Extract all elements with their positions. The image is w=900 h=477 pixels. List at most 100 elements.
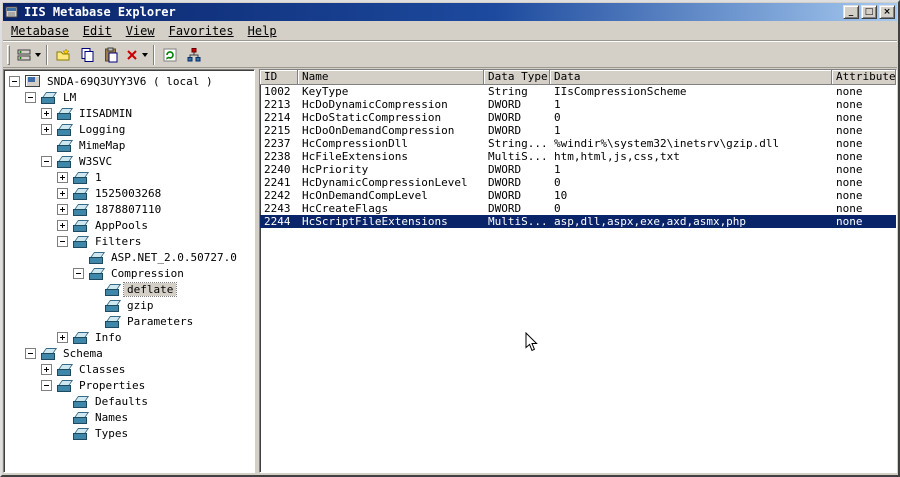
paste-button[interactable] — [99, 44, 123, 66]
refresh-icon — [163, 48, 177, 61]
column-header-data[interactable]: Data — [550, 70, 832, 85]
tree-item-1878807110[interactable]: 1878807110 — [4, 201, 254, 217]
expand-expander-icon[interactable] — [41, 123, 52, 135]
tree-item-classes[interactable]: Classes — [4, 361, 254, 377]
menu-metabase[interactable]: Metabase — [4, 22, 76, 40]
expand-expander-icon[interactable] — [57, 187, 68, 199]
tree-item-info[interactable]: Info — [4, 329, 254, 345]
minimize-button[interactable]: _ — [843, 5, 859, 19]
expand-expander-icon[interactable] — [57, 171, 68, 183]
tree-item-iisadmin[interactable]: IISADMIN — [4, 105, 254, 121]
expand-expander-icon[interactable] — [57, 331, 68, 343]
maximize-button[interactable]: □ — [861, 5, 877, 19]
table-row[interactable]: 2237 HcCompressionDll String... %windir%… — [260, 137, 896, 150]
table-row[interactable]: 1002 KeyType String IIsCompressionScheme… — [260, 85, 896, 98]
tree-item-lm[interactable]: LM — [4, 89, 254, 105]
menu-help[interactable]: Help — [241, 22, 284, 40]
tree-item-filters[interactable]: Filters — [4, 233, 254, 249]
tree-item-label: Types — [95, 426, 129, 440]
tree-item-mimemap[interactable]: MimeMap — [4, 137, 254, 153]
tree-item-label: deflate — [122, 281, 178, 297]
collapse-expander-icon[interactable] — [57, 235, 68, 247]
tree-item-label: Filters — [95, 234, 142, 248]
collapse-expander-icon[interactable] — [41, 379, 52, 391]
expand-expander-icon[interactable] — [41, 363, 52, 375]
tree-item-types[interactable]: Types — [4, 425, 254, 441]
node-icon — [72, 219, 88, 232]
window-controls: _ □ × — [843, 5, 895, 19]
tree-item-1525003268[interactable]: 1525003268 — [4, 185, 254, 201]
tree-item-w3svc[interactable]: W3SVC — [4, 153, 254, 169]
expand-expander-icon[interactable] — [57, 219, 68, 231]
column-header-id[interactable]: ID — [260, 70, 298, 85]
delete-button[interactable] — [123, 44, 150, 66]
collapse-expander-icon[interactable] — [73, 267, 84, 279]
connect-icon — [17, 49, 31, 60]
tree-item-schema[interactable]: Schema — [4, 345, 254, 361]
collapse-expander-icon[interactable] — [9, 75, 20, 87]
copy-button[interactable] — [75, 44, 99, 66]
table-row[interactable]: 2241 HcDynamicCompressionLevel DWORD 0 n… — [260, 176, 896, 189]
tree-item-aspnet[interactable]: ASP.NET_2.0.50727.0 — [4, 249, 254, 265]
table-row-selected[interactable]: 2244 HcScriptFileExtensions MultiS... as… — [260, 215, 896, 228]
tree-item-parameters[interactable]: Parameters — [4, 313, 254, 329]
table-row[interactable]: 2213 HcDoDynamicCompression DWORD 1 none — [260, 98, 896, 111]
tree-item-label: gzip — [127, 298, 154, 312]
tree-item-deflate[interactable]: deflate — [4, 281, 254, 297]
collapse-expander-icon[interactable] — [25, 91, 36, 103]
cell-name: HcDoOnDemandCompression — [302, 124, 455, 137]
tree-item-label: Properties — [79, 378, 146, 392]
cell-name: HcCompressionDll — [302, 137, 408, 150]
cell-id: 2238 — [264, 150, 291, 163]
table-row[interactable]: 2215 HcDoOnDemandCompression DWORD 1 non… — [260, 124, 896, 137]
cell-data: 1 — [554, 163, 561, 176]
tree-item-defaults[interactable]: Defaults — [4, 393, 254, 409]
new-key-button[interactable] — [51, 44, 75, 66]
column-header-name[interactable]: Name — [298, 70, 484, 85]
column-header-data-type[interactable]: Data Type — [484, 70, 550, 85]
tree-item-root[interactable]: SNDA-69Q3UYY3V6 ( local ) — [4, 73, 254, 89]
title-bar[interactable]: IIS Metabase Explorer _ □ × — [3, 3, 897, 21]
dropdown-arrow-icon — [35, 52, 41, 57]
cell-data-type: DWORD — [488, 202, 522, 215]
refresh-button[interactable] — [158, 44, 182, 66]
tree-item-properties[interactable]: Properties — [4, 377, 254, 393]
connect-button[interactable] — [14, 44, 43, 66]
table-row[interactable]: 2240 HcPriority DWORD 1 none — [260, 163, 896, 176]
tree-item-apppools[interactable]: AppPools — [4, 217, 254, 233]
cell-attributes: none — [836, 189, 863, 202]
copy-icon — [81, 47, 94, 62]
node-icon — [72, 427, 88, 440]
node-icon — [88, 267, 104, 280]
table-row[interactable]: 2238 HcFileExtensions MultiS... htm,html… — [260, 150, 896, 163]
node-icon — [56, 123, 72, 136]
menu-favorites[interactable]: Favorites — [162, 22, 241, 40]
cell-data: %windir%\system32\inetsrv\gzip.dll — [554, 137, 780, 150]
cell-id: 2214 — [264, 111, 291, 124]
toolbar-grip[interactable] — [7, 44, 10, 65]
tree-item-1[interactable]: 1 — [4, 169, 254, 185]
close-button[interactable]: × — [879, 5, 895, 19]
tree-item-names[interactable]: Names — [4, 409, 254, 425]
tree-item-label: Compression — [111, 266, 184, 280]
node-icon — [72, 235, 88, 248]
collapse-expander-icon[interactable] — [41, 155, 52, 167]
tree-item-label: W3SVC — [79, 154, 113, 168]
tree-item-compression[interactable]: Compression — [4, 265, 254, 281]
expand-expander-icon[interactable] — [57, 203, 68, 215]
collapse-expander-icon[interactable] — [25, 347, 36, 359]
table-row[interactable]: 2214 HcDoStaticCompression DWORD 0 none — [260, 111, 896, 124]
tree-item-gzip[interactable]: gzip — [4, 297, 254, 313]
table-row[interactable]: 2243 HcCreateFlags DWORD 0 none — [260, 202, 896, 215]
column-header-attributes[interactable]: Attributes — [832, 70, 896, 85]
cell-name: HcScriptFileExtensions — [302, 215, 448, 228]
menu-view[interactable]: View — [119, 22, 162, 40]
cell-attributes: none — [836, 215, 863, 228]
menu-edit[interactable]: Edit — [76, 22, 119, 40]
table-row[interactable]: 2242 HcOnDemandCompLevel DWORD 10 none — [260, 189, 896, 202]
topology-button[interactable] — [182, 44, 206, 66]
expand-expander-icon[interactable] — [41, 107, 52, 119]
tree-item-logging[interactable]: Logging — [4, 121, 254, 137]
